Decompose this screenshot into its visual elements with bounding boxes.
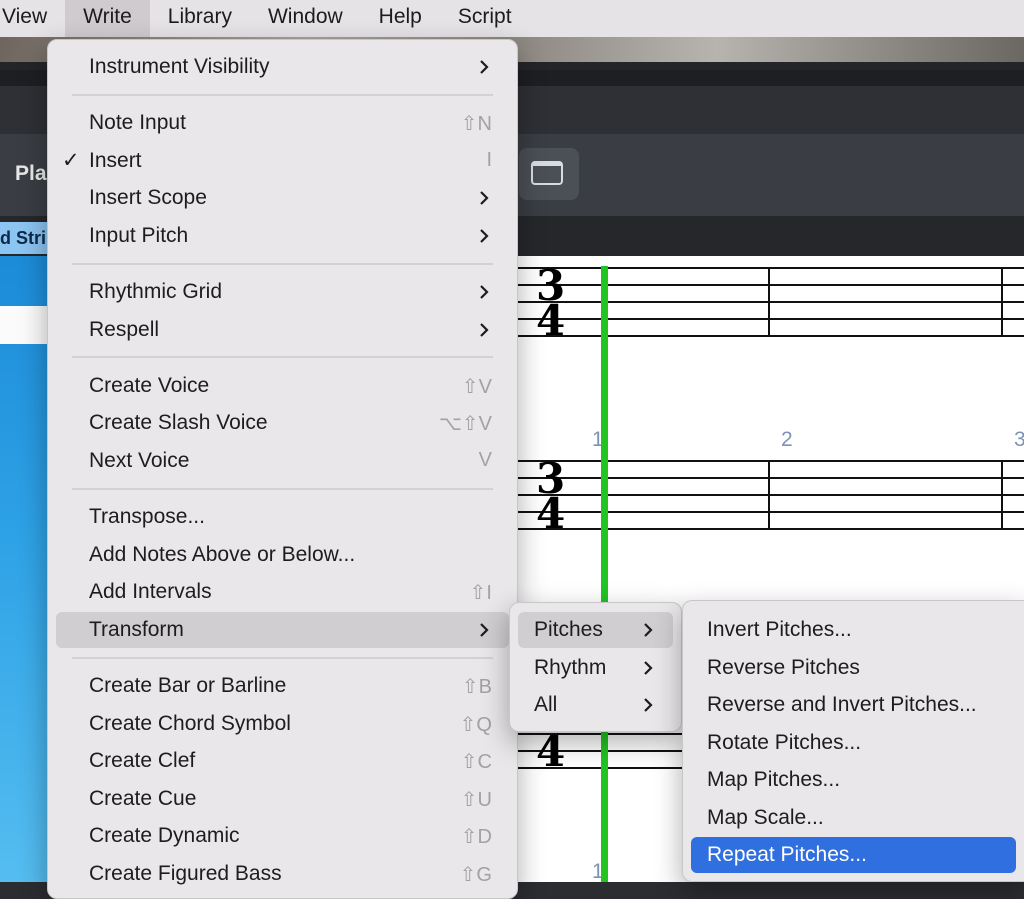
- instrument-tab-partial[interactable]: d Stri: [0, 222, 48, 254]
- menu-item-respell[interactable]: Respell: [56, 312, 509, 348]
- menu-item-create-cue[interactable]: Create Cue ⇧U: [56, 781, 509, 817]
- playhead: [601, 266, 608, 882]
- tab-play-partial[interactable]: Pla: [15, 162, 47, 186]
- menubar-help[interactable]: Help: [361, 0, 440, 37]
- menu-item-next-voice[interactable]: Next Voice V: [56, 443, 509, 479]
- time-sig-denominator-2: 4: [536, 489, 565, 538]
- menu-item-rhythmic-grid[interactable]: Rhythmic Grid: [56, 274, 509, 310]
- menu-item-create-slash-voice[interactable]: Create Slash Voice ⌥⇧V: [56, 405, 509, 441]
- menu-item-create-voice[interactable]: Create Voice ⇧V: [56, 368, 509, 404]
- checkmark-icon: ✓: [62, 149, 80, 172]
- time-sig-denominator-1: 4: [536, 296, 565, 345]
- menu-item-reverse-and-invert-pitches[interactable]: Reverse and Invert Pitches...: [691, 687, 1016, 723]
- menu-item-map-scale[interactable]: Map Scale...: [691, 800, 1016, 836]
- chevron-right-icon: [480, 285, 489, 299]
- bar-number-2: 2: [781, 428, 793, 451]
- menu-item-repeat-pitches[interactable]: Repeat Pitches...: [691, 837, 1016, 873]
- chevron-right-icon: [644, 698, 653, 712]
- menu-item-map-pitches[interactable]: Map Pitches...: [691, 762, 1016, 798]
- menu-item-add-intervals[interactable]: Add Intervals ⇧I: [56, 574, 509, 610]
- menubar-view[interactable]: View: [0, 0, 65, 37]
- menu-item-create-clef[interactable]: Create Clef ⇧C: [56, 743, 509, 779]
- chevron-right-icon: [644, 661, 653, 675]
- menu-item-reverse-pitches[interactable]: Reverse Pitches: [691, 650, 1016, 686]
- left-panel: [0, 256, 48, 882]
- menubar-script[interactable]: Script: [440, 0, 530, 37]
- menu-item-create-chord-symbol[interactable]: Create Chord Symbol ⇧Q: [56, 706, 509, 742]
- menu-item-input-pitch[interactable]: Input Pitch: [56, 218, 509, 254]
- menu-item-create-figured-bass[interactable]: Create Figured Bass ⇧G: [56, 856, 509, 892]
- menubar-window[interactable]: Window: [250, 0, 361, 37]
- chevron-right-icon: [480, 623, 489, 637]
- chevron-right-icon: [480, 323, 489, 337]
- menu-bar: View Write Library Window Help Script: [0, 0, 1024, 37]
- window-icon: [531, 161, 563, 185]
- menu-item-rhythm[interactable]: Rhythm: [518, 650, 673, 686]
- transform-submenu: Pitches Rhythm All: [509, 602, 682, 732]
- chevron-right-icon: [480, 60, 489, 74]
- menu-item-all[interactable]: All: [518, 687, 673, 723]
- window-layout-button[interactable]: [519, 148, 579, 200]
- menu-item-note-input[interactable]: Note Input ⇧N: [56, 105, 509, 141]
- menu-item-transpose[interactable]: Transpose...: [56, 499, 509, 535]
- menu-item-invert-pitches[interactable]: Invert Pitches...: [691, 612, 1016, 648]
- menu-item-create-dynamic[interactable]: Create Dynamic ⇧D: [56, 818, 509, 854]
- chevron-right-icon: [480, 229, 489, 243]
- write-menu: Instrument Visibility Note Input ⇧N ✓ In…: [47, 39, 518, 899]
- menu-item-transform[interactable]: Transform: [56, 612, 509, 648]
- menu-item-instrument-visibility[interactable]: Instrument Visibility: [56, 49, 509, 85]
- menu-item-pitches[interactable]: Pitches: [518, 612, 673, 648]
- menu-item-insert-scope[interactable]: Insert Scope: [56, 180, 509, 216]
- time-sig-denominator-3: 4: [536, 727, 565, 776]
- chevron-right-icon: [644, 623, 653, 637]
- menu-item-insert[interactable]: ✓ Insert I: [56, 143, 509, 179]
- menubar-write[interactable]: Write: [65, 0, 150, 37]
- pitches-submenu: Invert Pitches... Reverse Pitches Revers…: [682, 600, 1024, 882]
- menu-item-create-bar-or-barline[interactable]: Create Bar or Barline ⇧B: [56, 668, 509, 704]
- menubar-library[interactable]: Library: [150, 0, 250, 37]
- chevron-right-icon: [480, 191, 489, 205]
- left-panel-field[interactable]: [0, 306, 48, 344]
- menu-item-add-notes-above-below[interactable]: Add Notes Above or Below...: [56, 537, 509, 573]
- bar-number-3: 3: [1014, 428, 1024, 451]
- menu-item-rotate-pitches[interactable]: Rotate Pitches...: [691, 725, 1016, 761]
